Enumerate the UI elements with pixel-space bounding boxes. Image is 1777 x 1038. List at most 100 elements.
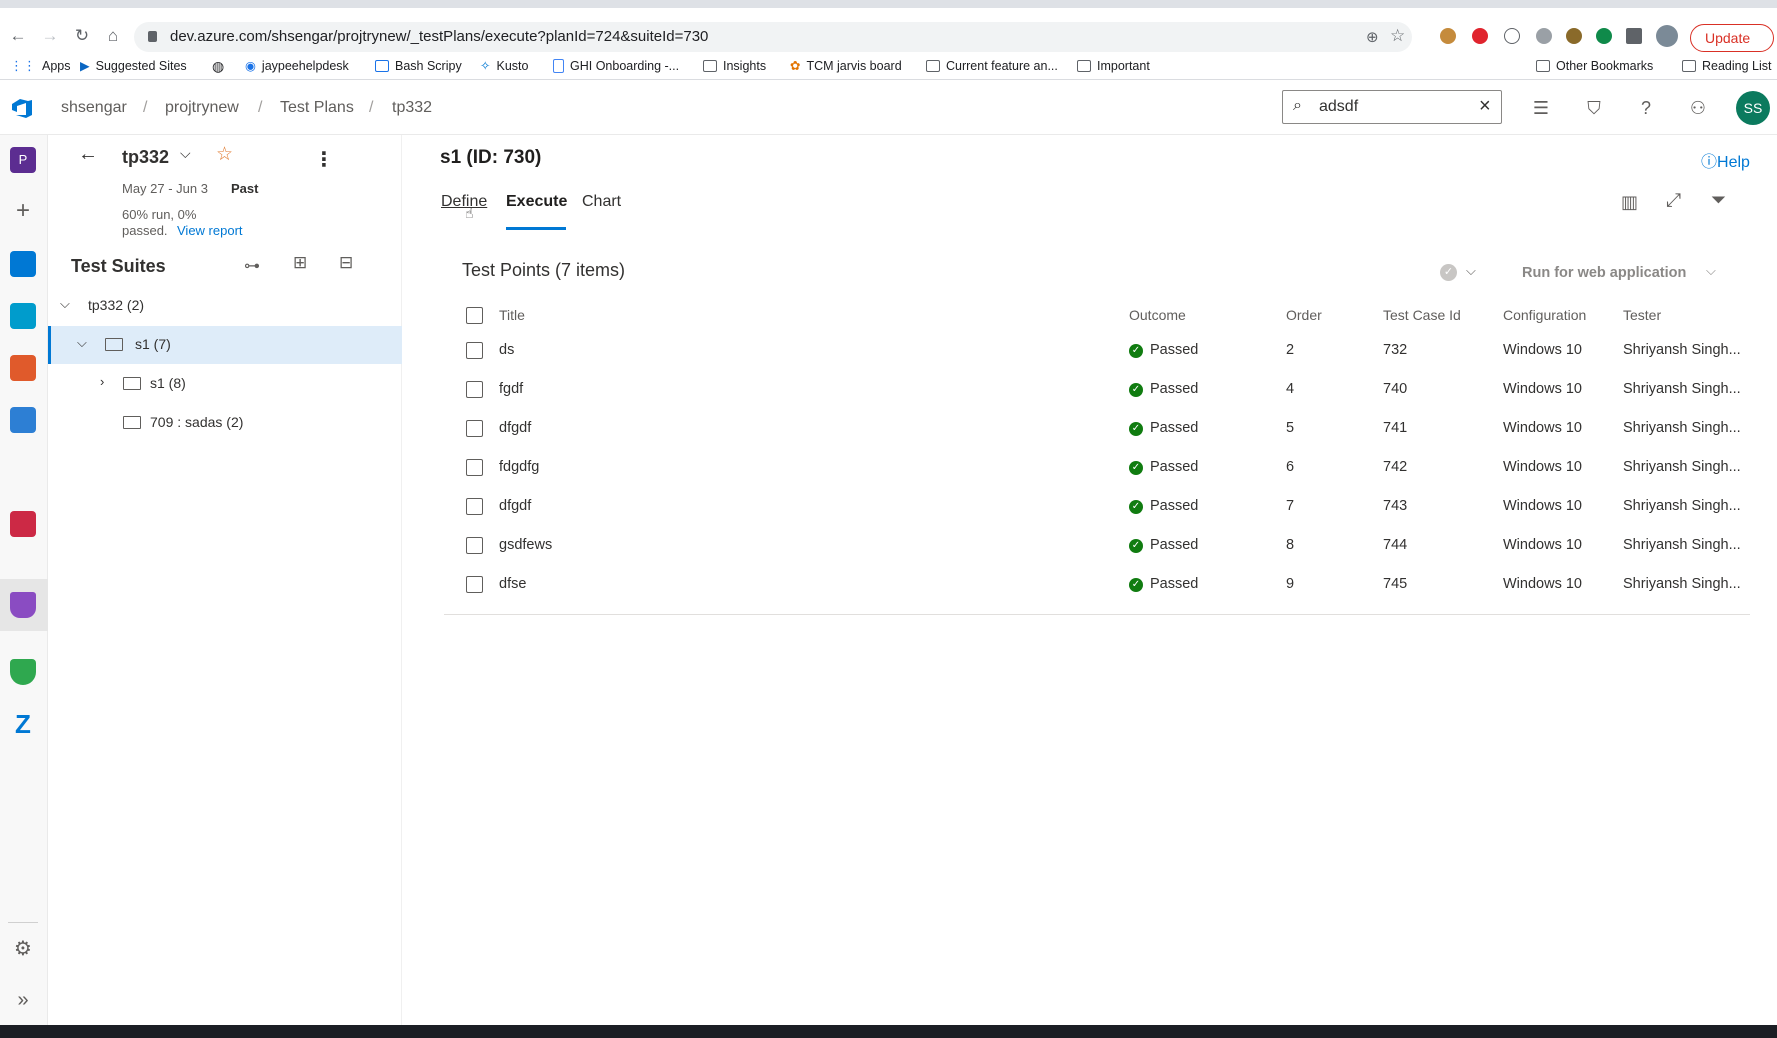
puzzle-extensions-icon[interactable]	[1626, 28, 1642, 44]
column-header-tester[interactable]: Tester	[1623, 307, 1661, 323]
search-input[interactable]: ⌕ adsdf ×	[1282, 90, 1502, 124]
bookmark-jaypeehelpdesk[interactable]: ◉ jaypeehelpdesk	[245, 52, 349, 80]
shopping-bag-icon[interactable]: ⛉	[1584, 98, 1604, 118]
azure-devops-logo-icon[interactable]	[10, 96, 34, 120]
tab-chart[interactable]: Chart	[582, 193, 621, 223]
column-header-configuration[interactable]: Configuration	[1503, 307, 1586, 323]
breadcrumb-org[interactable]: shsengar	[61, 81, 127, 135]
back-arrow-icon[interactable]: ←	[8, 26, 28, 46]
row-checkbox[interactable]	[466, 342, 483, 359]
column-header-title[interactable]: Title	[499, 307, 525, 323]
bookmark-reading-list[interactable]: Reading List	[1682, 52, 1772, 80]
fullscreen-icon[interactable]: ⤢	[1666, 190, 1681, 212]
view-report-link[interactable]: View report	[177, 223, 243, 238]
user-settings-icon[interactable]: ⚇	[1688, 98, 1708, 118]
bookmark-kusto[interactable]: ✧ Kusto	[480, 52, 528, 80]
address-bar[interactable]: dev.azure.com/shsengar/projtrynew/_testP…	[134, 22, 1412, 52]
home-icon[interactable]: ⌂	[103, 26, 123, 46]
security-shield-icon[interactable]	[10, 659, 36, 685]
chevron-down-icon[interactable]: ⌵	[1706, 263, 1716, 279]
row-checkbox[interactable]	[466, 498, 483, 515]
suite-hierarchy-icon[interactable]: ⊶	[244, 256, 260, 276]
table-row[interactable]: fdgdfg ✓ Passed 6 742 Windows 10 Shriyansh Sin…	[444, 448, 1750, 487]
bookmark-apps[interactable]: ⋮⋮ Apps	[10, 52, 71, 80]
suite-row-child[interactable]: 709 : sadas (2)	[48, 404, 402, 442]
chevron-down-icon[interactable]: ⌵	[77, 335, 87, 351]
help-icon[interactable]: ?	[1636, 98, 1656, 118]
bookmark-suggested-sites[interactable]: ▶ Suggested Sites	[80, 52, 187, 80]
refresh-extension-icon[interactable]	[1536, 28, 1552, 44]
column-header-order[interactable]: Order	[1286, 307, 1322, 323]
list-icon[interactable]: ☰	[1531, 98, 1551, 118]
select-all-checkbox[interactable]	[466, 307, 483, 324]
bookmark-important[interactable]: Important	[1077, 52, 1150, 80]
breadcrumb-project[interactable]: projtrynew	[165, 81, 239, 135]
reload-icon[interactable]: ↻	[72, 26, 92, 46]
forward-arrow-icon[interactable]: →	[40, 26, 60, 46]
cell-title[interactable]: gsdfews	[499, 526, 552, 565]
plan-name[interactable]: tp332	[122, 147, 169, 168]
boards-icon[interactable]	[10, 303, 36, 329]
tab-execute[interactable]: Execute	[506, 193, 567, 223]
bookmark-bash-scripy[interactable]: Bash Scripy	[375, 52, 462, 80]
breadcrumb-plan[interactable]: tp332	[392, 81, 432, 135]
overview-icon[interactable]	[10, 251, 36, 277]
row-checkbox[interactable]	[466, 420, 483, 437]
repos-icon[interactable]	[10, 355, 36, 381]
opera-extension-icon[interactable]	[1472, 28, 1488, 44]
mark-outcome-icon[interactable]: ✓	[1440, 264, 1457, 281]
filter-icon[interactable]: ⏷	[1711, 190, 1726, 212]
zoom-icon[interactable]: ⊕	[1366, 28, 1379, 46]
artifacts-icon[interactable]	[10, 511, 36, 537]
run-for-web-app-button[interactable]: Run for web application	[1522, 265, 1686, 281]
chevron-down-icon[interactable]: ⌵	[1466, 263, 1476, 279]
chevron-down-icon[interactable]: ⌵	[180, 145, 191, 162]
leaf-extension-icon[interactable]	[1596, 28, 1612, 44]
row-checkbox[interactable]	[466, 381, 483, 398]
bookmark-ghi-onboarding[interactable]: GHI Onboarding -...	[553, 52, 679, 80]
bookmark-tcm-jarvis[interactable]: ✿ TCM jarvis board	[790, 52, 902, 80]
column-header-outcome[interactable]: Outcome	[1129, 307, 1186, 323]
profile-icon[interactable]	[1656, 25, 1678, 47]
project-icon[interactable]: P	[10, 147, 36, 173]
pipelines-icon[interactable]	[10, 407, 36, 433]
table-row[interactable]: gsdfews ✓ Passed 8 744 Windows 10 Shriyansh Si…	[444, 526, 1750, 565]
suite-row-child[interactable]: › s1 (8)	[48, 365, 402, 403]
zeta-extension-icon[interactable]: Z	[10, 711, 36, 737]
suite-row-selected[interactable]: ⌵ s1 (7)	[48, 326, 402, 364]
favorite-star-icon[interactable]: ☆	[216, 143, 233, 166]
table-row[interactable]: dfgdf ✓ Passed 7 743 Windows 10 Shriyansh Sing…	[444, 487, 1750, 526]
column-options-icon[interactable]: ▥	[1621, 192, 1638, 213]
help-link[interactable]: ⓘHelp	[1701, 148, 1750, 172]
cell-title[interactable]: fdgdfg	[499, 448, 539, 487]
row-checkbox[interactable]	[466, 576, 483, 593]
add-suite-icon[interactable]: ⊞	[293, 253, 307, 273]
row-checkbox[interactable]	[466, 537, 483, 554]
table-row[interactable]: dfgdf ✓ Passed 5 741 Windows 10 Shriyansh Sing…	[444, 409, 1750, 448]
cell-title[interactable]: fgdf	[499, 370, 523, 409]
suite-row-root[interactable]: ⌵ tp332 (2)	[48, 287, 402, 325]
table-row[interactable]: fgdf ✓ Passed 4 740 Windows 10 Shriyansh Singh…	[444, 370, 1750, 409]
breadcrumb-test-plans[interactable]: Test Plans	[280, 81, 354, 135]
update-button[interactable]: Update	[1690, 24, 1774, 52]
table-row[interactable]: dfse ✓ Passed 9 745 Windows 10 Shriyansh Singh…	[444, 565, 1750, 604]
add-icon[interactable]: +	[10, 199, 36, 225]
cell-title[interactable]: ds	[499, 331, 514, 370]
off-extension-icon[interactable]	[1566, 28, 1582, 44]
back-arrow-icon[interactable]: ←	[78, 143, 98, 166]
cookie-extension-icon[interactable]	[1440, 28, 1456, 44]
code-extension-icon[interactable]	[1504, 28, 1520, 44]
avatar[interactable]: SS	[1736, 91, 1770, 125]
bookmark-globe[interactable]: ◍	[212, 52, 224, 80]
column-header-test-case-id[interactable]: Test Case Id	[1383, 307, 1461, 323]
table-row[interactable]: ds ✓ Passed 2 732 Windows 10 Shriyansh Singh..…	[444, 331, 1750, 370]
collapse-all-icon[interactable]: ⊟	[339, 253, 353, 273]
gear-icon[interactable]: ⚙	[10, 936, 36, 962]
cell-title[interactable]: dfgdf	[499, 409, 531, 448]
bookmark-insights[interactable]: Insights	[703, 52, 766, 80]
bookmark-current-feature[interactable]: Current feature an...	[926, 52, 1058, 80]
cell-title[interactable]: dfse	[499, 565, 526, 604]
chevron-down-icon[interactable]: ⌵	[60, 296, 70, 312]
test-plans-icon[interactable]	[10, 592, 36, 618]
chevron-right-icon[interactable]: ›	[100, 374, 104, 389]
